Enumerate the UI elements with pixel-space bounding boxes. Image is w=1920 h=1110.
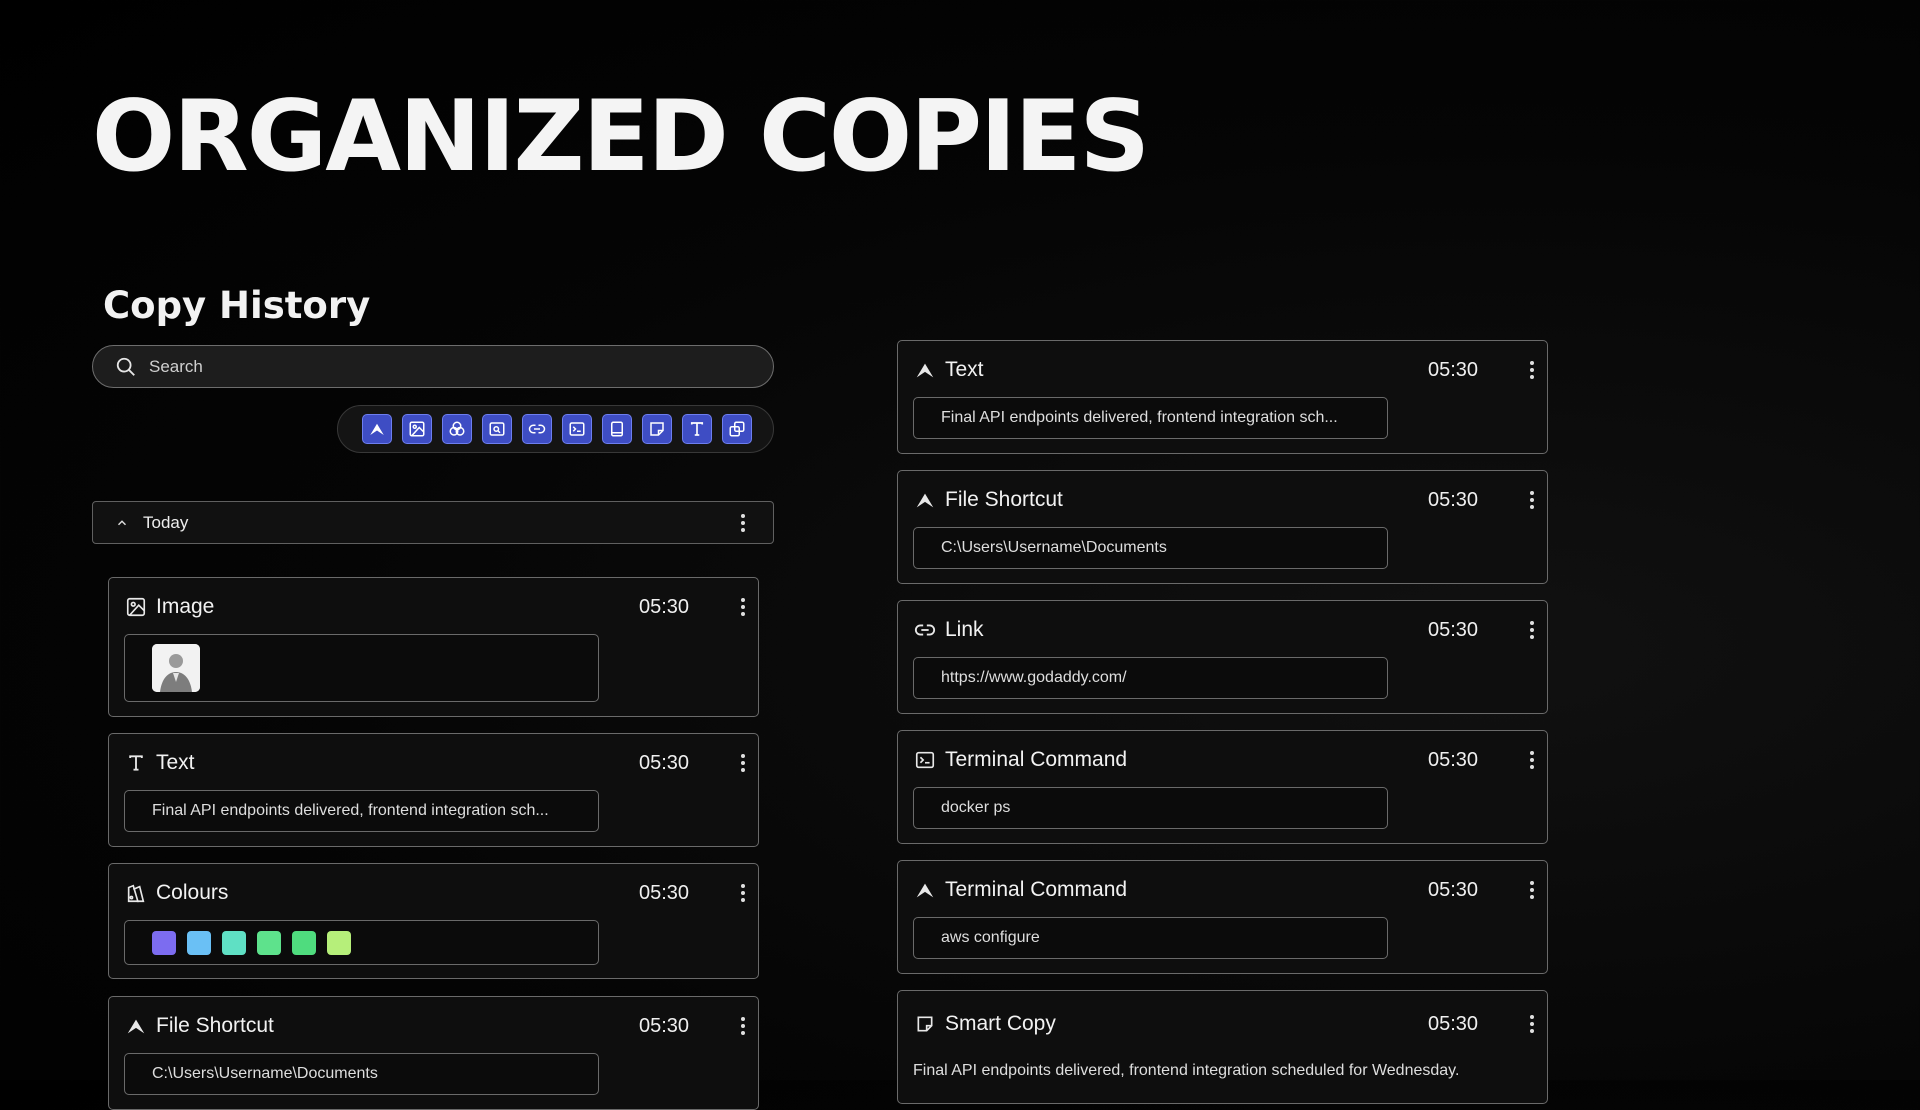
palette-icon (124, 881, 148, 905)
terminal-icon (913, 748, 937, 772)
card-time: 05:30 (1428, 359, 1479, 381)
card-title: Smart Copy (945, 1012, 1056, 1035)
chevron-up-icon[interactable] (115, 516, 129, 530)
smart-icon (124, 1014, 148, 1038)
card-time: 05:30 (639, 882, 690, 904)
image-icon (124, 595, 148, 619)
screenshot-icon (488, 420, 506, 438)
card-title: File Shortcut (156, 1014, 274, 1037)
smart-icon (913, 878, 937, 902)
card-title: Link (945, 618, 984, 641)
copy-card-text[interactable]: Text 05:30 Final API endpoints delivered… (897, 340, 1548, 454)
filter-copy-button[interactable] (722, 414, 752, 444)
search-bar[interactable] (92, 345, 774, 388)
type-filter-bar (337, 405, 774, 453)
image-thumbnail[interactable] (152, 644, 200, 692)
search-input[interactable] (147, 355, 751, 378)
more-options-icon[interactable] (731, 1014, 755, 1038)
card-time: 05:30 (1428, 1013, 1479, 1035)
copy-card-terminal-command[interactable]: Terminal Command 05:30 aws configure (897, 860, 1548, 974)
color-swatch-row (124, 920, 599, 965)
card-time: 05:30 (639, 752, 690, 774)
more-options-icon[interactable] (1520, 1012, 1544, 1036)
card-content: docker ps (913, 787, 1388, 829)
copy-card-image[interactable]: Image 05:30 (108, 577, 759, 717)
text-icon (688, 420, 706, 438)
more-options-icon[interactable] (731, 511, 755, 535)
card-content: C:\Users\Username\Documents (124, 1053, 599, 1095)
note-icon (913, 1012, 937, 1036)
card-time: 05:30 (1428, 879, 1479, 901)
more-options-icon[interactable] (731, 751, 755, 775)
card-time: 05:30 (639, 596, 690, 618)
more-options-icon[interactable] (1520, 488, 1544, 512)
file-icon (608, 420, 626, 438)
more-options-icon[interactable] (1520, 358, 1544, 382)
group-label: Today (143, 512, 189, 532)
copy-card-link[interactable]: Link 05:30 https://www.godaddy.com/ (897, 600, 1548, 714)
card-content: Final API endpoints delivered, frontend … (124, 790, 599, 832)
card-title: Text (156, 751, 195, 774)
color-swatch[interactable] (187, 930, 211, 955)
filter-terminal-button[interactable] (562, 414, 592, 444)
color-swatch[interactable] (327, 930, 351, 955)
text-icon (124, 751, 148, 775)
card-title: Text (945, 358, 984, 381)
card-time: 05:30 (1428, 489, 1479, 511)
filter-colours-button[interactable] (442, 414, 472, 444)
filter-link-button[interactable] (522, 414, 552, 444)
more-options-icon[interactable] (731, 881, 755, 905)
card-content: aws configure (913, 917, 1388, 959)
more-options-icon[interactable] (1520, 878, 1544, 902)
copy-card-file-shortcut[interactable]: File Shortcut 05:30 C:\Users\Username\Do… (108, 996, 759, 1110)
copy-card-text[interactable]: Text 05:30 Final API endpoints delivered… (108, 733, 759, 847)
filter-image-button[interactable] (402, 414, 432, 444)
more-options-icon[interactable] (1520, 618, 1544, 642)
card-content: C:\Users\Username\Documents (913, 527, 1388, 569)
link-icon (913, 618, 937, 642)
copy-card-file-shortcut[interactable]: File Shortcut 05:30 C:\Users\Username\Do… (897, 470, 1548, 584)
colours-icon (448, 420, 466, 438)
filter-note-button[interactable] (642, 414, 672, 444)
card-time: 05:30 (1428, 749, 1479, 771)
color-swatch[interactable] (257, 930, 281, 955)
copy-card-colours[interactable]: Colours 05:30 (108, 863, 759, 979)
card-title: Image (156, 595, 215, 618)
color-swatch[interactable] (292, 930, 316, 955)
copy-card-terminal-command[interactable]: Terminal Command 05:30 docker ps (897, 730, 1548, 844)
copy-history-title: Copy History (103, 284, 371, 327)
filter-screenshot-button[interactable] (482, 414, 512, 444)
card-time: 05:30 (639, 1015, 690, 1037)
image-icon (408, 420, 426, 438)
note-icon (648, 420, 666, 438)
smart-icon (368, 420, 386, 438)
smart-icon (913, 488, 937, 512)
card-content (124, 634, 599, 702)
link-icon (528, 420, 546, 438)
search-icon (115, 356, 137, 378)
group-header-today[interactable]: Today (92, 501, 774, 544)
filter-smart-button[interactable] (362, 414, 392, 444)
filter-text-button[interactable] (682, 414, 712, 444)
color-swatch[interactable] (152, 930, 176, 955)
terminal-icon (568, 420, 586, 438)
card-title: File Shortcut (945, 488, 1063, 511)
card-content: Final API endpoints delivered, frontend … (913, 1062, 1460, 1079)
copy-card-smart-copy[interactable]: Smart Copy 05:30 Final API endpoints del… (897, 990, 1548, 1104)
more-options-icon[interactable] (1520, 748, 1544, 772)
page-hero-title: ORGANIZED COPIES (92, 80, 1150, 194)
card-title: Terminal Command (945, 878, 1128, 901)
smart-icon (913, 358, 937, 382)
card-time: 05:30 (1428, 619, 1479, 641)
copy-icon (728, 420, 746, 438)
card-title: Terminal Command (945, 748, 1128, 771)
color-swatch[interactable] (222, 930, 246, 955)
more-options-icon[interactable] (731, 595, 755, 619)
filter-file-button[interactable] (602, 414, 632, 444)
card-title: Colours (156, 881, 229, 904)
card-content: Final API endpoints delivered, frontend … (913, 397, 1388, 439)
card-content: https://www.godaddy.com/ (913, 657, 1388, 699)
